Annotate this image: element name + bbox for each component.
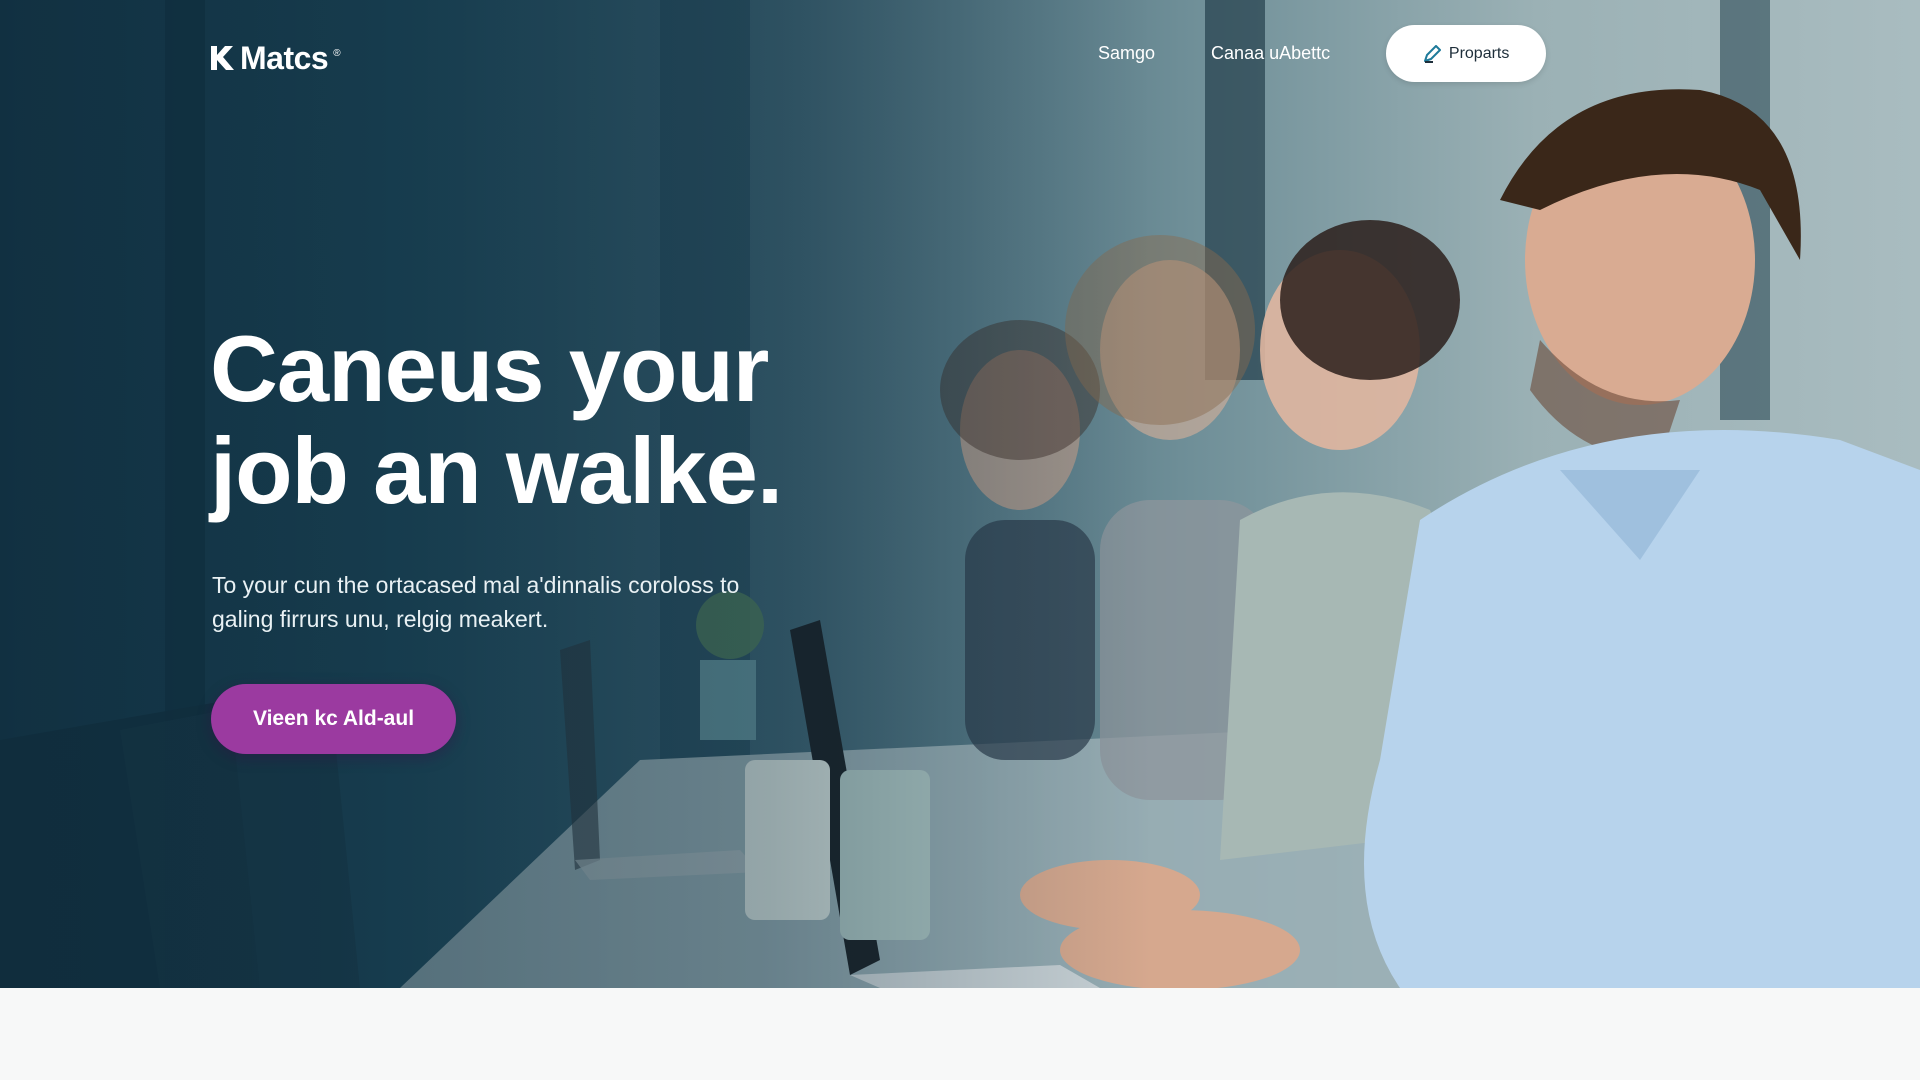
hero-headline: Caneus your job an walke. xyxy=(210,318,850,522)
nav-link-samgo[interactable]: Samgo xyxy=(1098,43,1155,64)
brand-name: Matcs xyxy=(240,39,329,76)
hero-subtext: To your cun the ortacased mal a'dinnalis… xyxy=(212,568,812,636)
subtext-line-2: galing firrurs unu, relgig meakert. xyxy=(212,606,549,632)
logo-mark-icon xyxy=(211,46,234,70)
brand-logo[interactable]: Matcs ® xyxy=(210,38,341,78)
below-fold-section xyxy=(0,988,1920,1080)
hero-cta-button[interactable]: Vieen kc Ald-aul xyxy=(211,684,456,754)
nav-cta-label: Proparts xyxy=(1448,44,1510,62)
top-nav: Samgo Canaa uAbettc Proparts xyxy=(1098,25,1547,82)
nav-cta-button[interactable]: Proparts xyxy=(1386,25,1547,82)
headline-line-2: job an walke. xyxy=(210,418,783,523)
headline-line-1: Caneus your xyxy=(210,316,769,421)
nav-link-canaa[interactable]: Canaa uAbettc xyxy=(1211,43,1330,64)
subtext-line-1: To your cun the ortacased mal a'dinnalis… xyxy=(212,572,740,598)
hero-section: Matcs ® Samgo Canaa uAbettc Proparts Can… xyxy=(0,0,1920,988)
pencil-icon xyxy=(1423,44,1441,63)
registered-mark: ® xyxy=(333,47,341,59)
